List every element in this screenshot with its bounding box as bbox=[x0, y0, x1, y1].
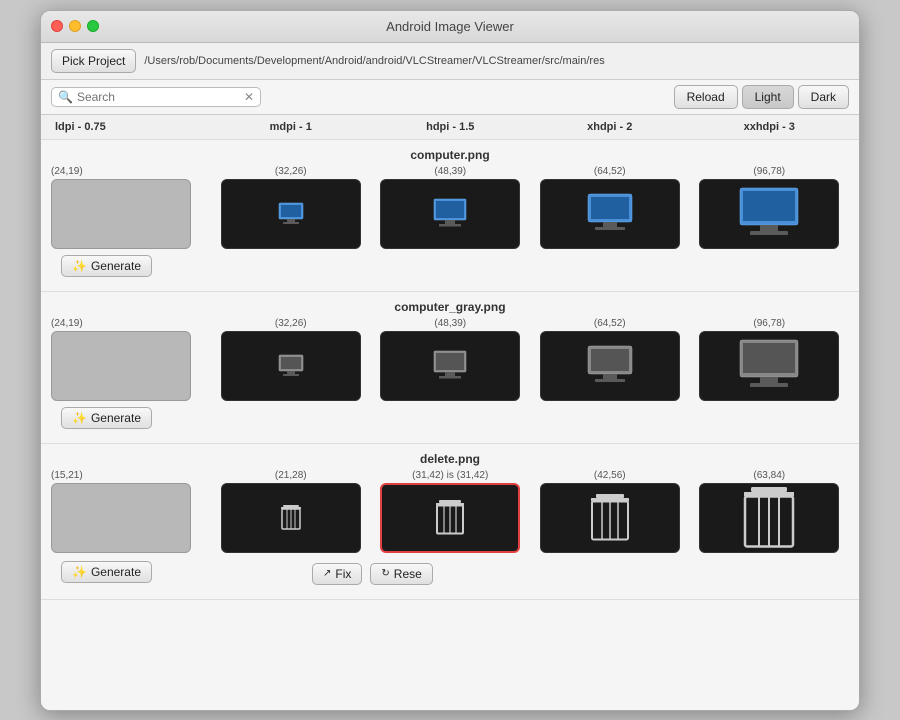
cell-computergray-xxhdpi: (96,78) bbox=[690, 318, 850, 401]
size-computer-xxhdpi: (96,78) bbox=[753, 166, 785, 177]
generate-row-computergray: ✨ Generate bbox=[51, 401, 849, 431]
generate-button-delete[interactable]: ✨ Generate bbox=[61, 561, 152, 583]
reset-icon: ↻ bbox=[381, 568, 389, 579]
size-delete-hdpi: (31,42) is (31,42) bbox=[412, 470, 488, 481]
size-delete-xxhdpi: (63,84) bbox=[753, 470, 785, 481]
img-computer-xhdpi[interactable] bbox=[540, 179, 680, 249]
dark-button[interactable]: Dark bbox=[798, 85, 849, 109]
img-computer-ldpi[interactable] bbox=[51, 179, 191, 249]
toolbar: Pick Project /Users/rob/Documents/Develo… bbox=[41, 43, 859, 80]
title-bar: Android Image Viewer bbox=[41, 11, 859, 43]
app-window: Android Image Viewer Pick Project /Users… bbox=[40, 10, 860, 711]
img-computer-mdpi[interactable] bbox=[221, 179, 361, 249]
size-delete-xhdpi: (42,56) bbox=[594, 470, 626, 481]
img-computer-xxhdpi[interactable] bbox=[699, 179, 839, 249]
cell-computergray-xhdpi: (64,52) bbox=[530, 318, 690, 401]
pick-project-button[interactable]: Pick Project bbox=[51, 49, 136, 73]
img-delete-mdpi[interactable] bbox=[221, 483, 361, 553]
fix-icon: ↗ bbox=[323, 568, 331, 579]
column-headers: ldpi - 0.75 mdpi - 1 hdpi - 1.5 xhdpi - … bbox=[41, 115, 859, 140]
project-path: /Users/rob/Documents/Development/Android… bbox=[144, 55, 849, 67]
image-row-delete: (15,21) (21,28) bbox=[51, 470, 849, 553]
size-computergray-xhdpi: (64,52) bbox=[594, 318, 626, 329]
img-computergray-hdpi[interactable] bbox=[380, 331, 520, 401]
fix-reset-row: ↗ Fix ↻ Rese bbox=[312, 559, 433, 585]
img-delete-hdpi[interactable] bbox=[380, 483, 520, 553]
img-delete-xxhdpi[interactable] bbox=[699, 483, 839, 553]
size-computergray-xxhdpi: (96,78) bbox=[753, 318, 785, 329]
col-header-mdpi: mdpi - 1 bbox=[211, 121, 371, 133]
maximize-button[interactable] bbox=[87, 20, 99, 32]
generate-row-delete: ✨ Generate ↗ Fix ↻ Rese bbox=[51, 553, 849, 587]
group-computer-title: computer.png bbox=[51, 148, 849, 162]
main-content: computer.png (24,19) (32,26) bbox=[41, 140, 859, 710]
reset-button[interactable]: ↻ Rese bbox=[370, 563, 432, 585]
cell-computergray-ldpi: (24,19) bbox=[51, 318, 211, 401]
size-computer-xhdpi: (64,52) bbox=[594, 166, 626, 177]
size-computer-hdpi: (48,39) bbox=[434, 166, 466, 177]
search-input[interactable] bbox=[77, 90, 227, 104]
size-computergray-hdpi: (48,39) bbox=[434, 318, 466, 329]
cell-delete-xhdpi: (42,56) bbox=[530, 470, 690, 553]
img-computer-hdpi[interactable] bbox=[380, 179, 520, 249]
group-delete: delete.png (15,21) (21,28) bbox=[41, 444, 859, 600]
size-computer-ldpi: (24,19) bbox=[51, 166, 83, 177]
search-icon: 🔍 bbox=[58, 90, 73, 104]
group-computer-gray-title: computer_gray.png bbox=[51, 300, 849, 314]
col-header-xhdpi: xhdpi - 2 bbox=[530, 121, 690, 133]
cell-delete-ldpi: (15,21) bbox=[51, 470, 211, 553]
generate-icon-3: ✨ bbox=[72, 565, 87, 579]
size-delete-mdpi: (21,28) bbox=[275, 470, 307, 481]
cell-delete-hdpi: (31,42) is (31,42) bbox=[371, 470, 531, 553]
close-button[interactable] bbox=[51, 20, 63, 32]
group-computer: computer.png (24,19) (32,26) bbox=[41, 140, 859, 292]
cell-computergray-mdpi: (32,26) bbox=[211, 318, 371, 401]
search-clear-icon[interactable]: ✕ bbox=[244, 90, 254, 104]
col-header-hdpi: hdpi - 1.5 bbox=[371, 121, 531, 133]
group-computer-gray: computer_gray.png (24,19) (32,26) bbox=[41, 292, 859, 444]
col-header-xxhdpi: xxhdpi - 3 bbox=[690, 121, 850, 133]
size-delete-ldpi: (15,21) bbox=[51, 470, 83, 481]
cell-computergray-hdpi: (48,39) bbox=[371, 318, 531, 401]
generate-row-computer: ✨ Generate bbox=[51, 249, 849, 279]
cell-computer-xhdpi: (64,52) bbox=[530, 166, 690, 249]
img-computergray-xhdpi[interactable] bbox=[540, 331, 680, 401]
fix-button[interactable]: ↗ Fix bbox=[312, 563, 362, 585]
reload-button[interactable]: Reload bbox=[674, 85, 738, 109]
size-computer-mdpi: (32,26) bbox=[275, 166, 307, 177]
size-computergray-ldpi: (24,19) bbox=[51, 318, 83, 329]
img-computergray-mdpi[interactable] bbox=[221, 331, 361, 401]
search-bar: 🔍 ✕ Reload Light Dark bbox=[41, 80, 859, 115]
group-delete-title: delete.png bbox=[51, 452, 849, 466]
image-row-computer-gray: (24,19) (32,26) (48,39) bbox=[51, 318, 849, 401]
image-row-computer: (24,19) (32,26) bbox=[51, 166, 849, 249]
cell-delete-mdpi: (21,28) bbox=[211, 470, 371, 553]
size-computergray-mdpi: (32,26) bbox=[275, 318, 307, 329]
cell-computer-ldpi: (24,19) bbox=[51, 166, 211, 249]
cell-computer-xxhdpi: (96,78) bbox=[690, 166, 850, 249]
window-title: Android Image Viewer bbox=[386, 19, 514, 34]
minimize-button[interactable] bbox=[69, 20, 81, 32]
img-delete-xhdpi[interactable] bbox=[540, 483, 680, 553]
generate-icon: ✨ bbox=[72, 259, 87, 273]
generate-button-computer[interactable]: ✨ Generate bbox=[61, 255, 152, 277]
img-computergray-ldpi[interactable] bbox=[51, 331, 191, 401]
light-button[interactable]: Light bbox=[742, 85, 794, 109]
generate-button-computergray[interactable]: ✨ Generate bbox=[61, 407, 152, 429]
traffic-lights bbox=[51, 20, 99, 32]
cell-delete-xxhdpi: (63,84) bbox=[690, 470, 850, 553]
img-delete-ldpi[interactable] bbox=[51, 483, 191, 553]
col-header-ldpi: ldpi - 0.75 bbox=[51, 121, 211, 133]
cell-computer-hdpi: (48,39) bbox=[371, 166, 531, 249]
cell-computer-mdpi: (32,26) bbox=[211, 166, 371, 249]
right-buttons: Reload Light Dark bbox=[674, 85, 849, 109]
img-computergray-xxhdpi[interactable] bbox=[699, 331, 839, 401]
search-wrap: 🔍 ✕ bbox=[51, 87, 261, 107]
generate-icon-2: ✨ bbox=[72, 411, 87, 425]
